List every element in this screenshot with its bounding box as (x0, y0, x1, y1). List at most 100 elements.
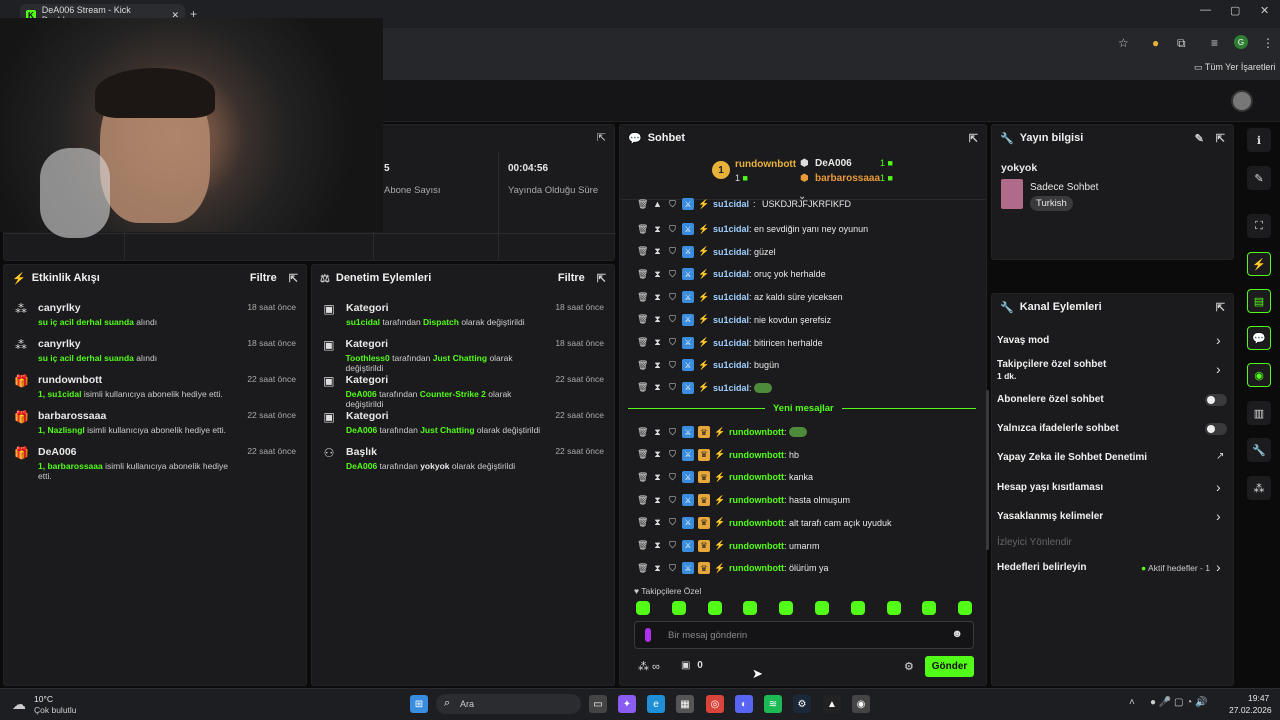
edit-icon[interactable]: ✎ (1247, 166, 1271, 190)
info-icon[interactable]: ℹ (1247, 128, 1271, 152)
chat-icon[interactable]: 💬 (1247, 326, 1271, 350)
steam-icon[interactable]: ⚙ (793, 695, 811, 713)
bookmarks-folder[interactable]: ▭ Tüm Yer İşaretleri (1194, 62, 1275, 73)
chat-username[interactable]: su1cidal (713, 315, 749, 325)
timeout-icon[interactable]: ⧗ (652, 269, 663, 280)
chat-settings-icon[interactable]: ⚙ (904, 660, 914, 673)
ban-icon[interactable]: ⛉ (667, 314, 678, 325)
weather-icon[interactable]: ☁ (12, 696, 26, 713)
popout-icon[interactable]: ⇱ (1216, 301, 1225, 314)
account-age-item[interactable]: Hesap yaşı kısıtlaması (997, 482, 1103, 493)
emote-icon[interactable] (815, 601, 829, 615)
task-view-icon[interactable]: ▭ (589, 695, 607, 713)
top-gifter-3[interactable]: barbarossaaa (815, 173, 880, 184)
ban-icon[interactable]: ⛉ (667, 495, 678, 506)
user-avatar[interactable] (1231, 90, 1253, 112)
timeout-icon[interactable]: ⧗ (652, 382, 663, 393)
popout-icon[interactable]: ⇱ (597, 131, 606, 144)
menu-dots-icon[interactable]: ⋮ (1262, 36, 1274, 50)
wrench-icon[interactable]: 🔧 (1247, 438, 1271, 462)
delete-icon[interactable]: 🗑 (637, 472, 648, 483)
discord-icon[interactable]: ◐ (735, 695, 753, 713)
timeout-icon[interactable]: ⧗ (652, 314, 663, 325)
subs-only-toggle[interactable] (1205, 394, 1227, 406)
delete-icon[interactable]: 🗑 (637, 382, 648, 393)
ban-icon[interactable]: ⛉ (667, 246, 678, 257)
emotes-only-toggle[interactable] (1205, 423, 1227, 435)
chevron-right-icon[interactable]: › (1216, 508, 1221, 524)
ban-icon[interactable]: ⛉ (667, 360, 678, 371)
timeout-icon[interactable]: ⧗ (652, 540, 663, 551)
taskbar-search[interactable]: ⌕ Ara (436, 694, 581, 714)
chevron-right-icon[interactable]: › (1216, 332, 1221, 348)
top-gifter-1[interactable]: rundownbott (735, 159, 796, 170)
chat-username[interactable]: rundownbott (729, 495, 784, 505)
delete-icon[interactable]: 🗑 (637, 495, 648, 506)
crop-icon[interactable]: ⛶ (1247, 214, 1271, 238)
external-link-icon[interactable]: ↗ (1216, 451, 1224, 462)
chat-username[interactable]: rundownbott (729, 541, 784, 551)
copilot-icon[interactable]: ✦ (618, 695, 636, 713)
timeout-icon[interactable]: ⧗ (652, 517, 663, 528)
activity-user[interactable]: rundownbott (38, 374, 223, 386)
timeout-icon[interactable]: ⧗ (652, 495, 663, 506)
tray-icons[interactable]: ● 🎤 ▢ ◔ 🔊 (1150, 697, 1208, 708)
emote-icon[interactable] (850, 601, 865, 615)
lightning-icon[interactable]: ⚡ (1247, 252, 1271, 276)
timeout-icon[interactable]: ⧗ (652, 360, 663, 371)
chat-username[interactable]: su1cidal (713, 360, 749, 370)
chrome-icon[interactable]: ◎ (706, 695, 724, 713)
ban-icon[interactable]: ⛉ (667, 269, 678, 280)
chat-username[interactable]: su1cidal (713, 224, 749, 234)
slow-mode-item[interactable]: Yavaş mod (997, 335, 1049, 346)
chat-username[interactable]: su1cidal (713, 247, 749, 257)
delete-icon[interactable]: 🗑 (637, 246, 648, 257)
store-count[interactable]: ▣ 0 (681, 660, 703, 671)
chat-username[interactable]: rundownbott (729, 450, 784, 460)
stream-category[interactable]: Sadece Sohbet (1030, 182, 1098, 193)
chat-username[interactable]: su1cidal (713, 292, 749, 302)
window-close-icon[interactable]: ✕ (1260, 4, 1269, 17)
timeout-icon[interactable]: ⧗ (652, 246, 663, 257)
moderation-filter-button[interactable]: Filtre (558, 272, 585, 284)
obs-icon[interactable]: ◉ (852, 695, 870, 713)
timeout-icon[interactable]: ⧗ (652, 292, 663, 303)
community-icon[interactable]: ⁂ (1247, 476, 1271, 500)
community-icon[interactable]: ⁂ ∞ (638, 660, 660, 673)
delete-icon[interactable]: 🗑 (637, 563, 648, 574)
mic-icon[interactable] (645, 628, 651, 642)
delete-icon[interactable]: 🗑 (637, 337, 648, 348)
top-gifter-2[interactable]: DeA006 (815, 158, 852, 169)
popout-icon[interactable]: ⇱ (1216, 132, 1225, 145)
chat-username[interactable]: rundownbott (729, 427, 784, 437)
set-goals-item[interactable]: Hedefleri belirleyin (997, 562, 1086, 573)
minimize-icon[interactable]: — (1200, 4, 1211, 16)
delete-icon[interactable]: 🗑 (637, 314, 648, 325)
chevron-right-icon[interactable]: › (1216, 559, 1221, 575)
bookmark-star-icon[interactable]: ☆ (1118, 36, 1129, 50)
emote-icon[interactable] (958, 601, 973, 615)
windows-start-icon[interactable]: ⊞ (410, 695, 428, 713)
popout-icon[interactable]: ⇱ (969, 132, 978, 145)
followers-only-item[interactable]: Takipçilere özel sohbet (997, 359, 1106, 370)
timeout-icon[interactable]: ⧗ (652, 427, 663, 438)
ban-icon[interactable]: ⛉ (667, 292, 678, 303)
extensions-icon[interactable]: ⧉ (1177, 36, 1186, 51)
activity-user[interactable]: barbarossaaa (38, 410, 226, 422)
chat-username[interactable]: rundownbott (729, 472, 784, 482)
emoji-picker-icon[interactable]: ☻ (951, 628, 963, 640)
chat-username[interactable]: su1cidal (713, 383, 749, 393)
ban-icon[interactable]: ⛉ (667, 517, 678, 528)
spotify-icon[interactable]: ≋ (764, 695, 782, 713)
ban-icon[interactable]: ⛉ (667, 563, 678, 574)
chevron-right-icon[interactable]: › (1216, 361, 1221, 377)
activity-user[interactable]: canyrlky (38, 302, 157, 314)
document-icon[interactable]: ▤ (1247, 289, 1271, 313)
chat-scrollbar[interactable] (986, 390, 989, 550)
extension-badge-icon[interactable]: ● (1152, 36, 1159, 50)
delete-icon[interactable]: 🗑 (637, 540, 648, 551)
activity-user[interactable]: DeA006 (38, 446, 237, 458)
chat-input[interactable]: Bir mesaj gönderin ☻ (634, 621, 974, 649)
chat-username[interactable]: su1cidal (713, 338, 749, 348)
popout-icon[interactable]: ⇱ (597, 272, 606, 285)
